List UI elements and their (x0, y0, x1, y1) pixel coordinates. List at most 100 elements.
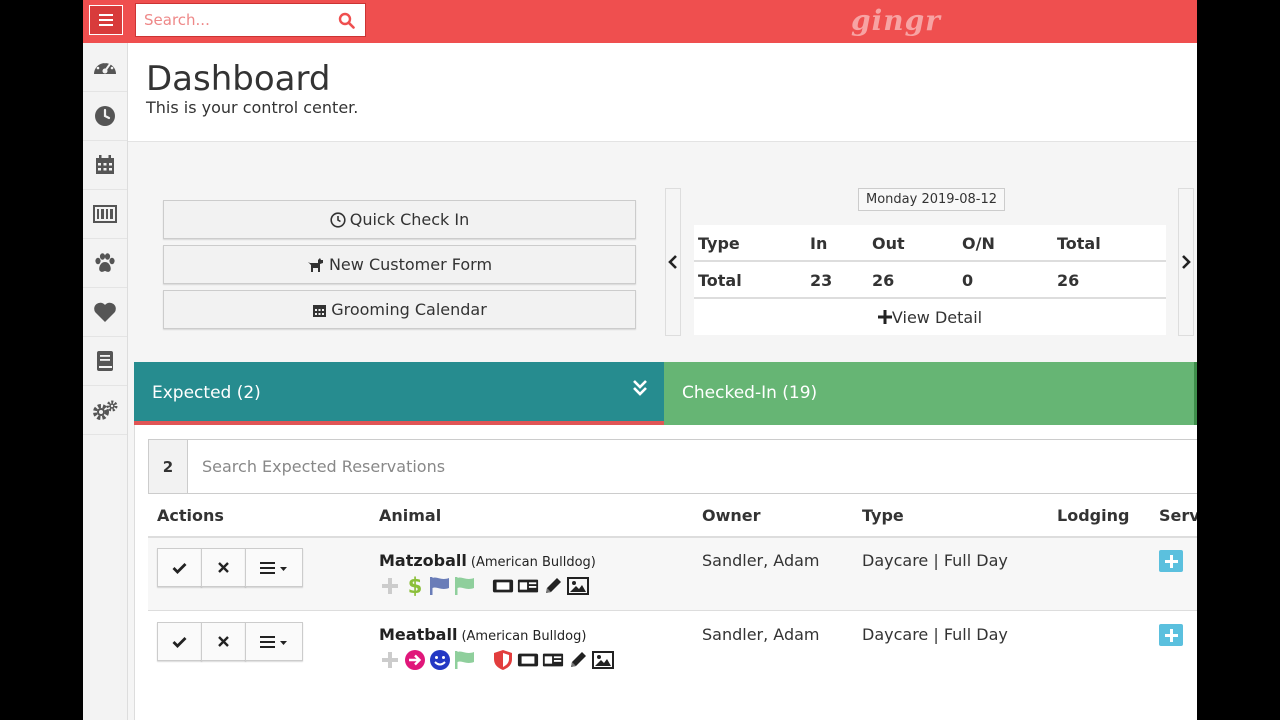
summary-header-row: Type In Out O/N Total (694, 225, 1166, 262)
owner-name[interactable]: Sandler, Adam (702, 551, 820, 570)
checkmark-icon (172, 636, 187, 648)
reservation-type: Daycare | Full Day (862, 625, 1008, 644)
reservation-type: Daycare | Full Day (862, 551, 1008, 570)
row-actions (157, 548, 303, 587)
image-icon[interactable] (567, 575, 589, 597)
grooming-calendar-label: Grooming Calendar (331, 300, 487, 319)
animal-name-text: Meatball (379, 625, 458, 644)
heart-icon (94, 302, 116, 322)
pencil-icon[interactable] (567, 649, 589, 671)
paw-icon (95, 253, 115, 272)
summary-col-type: Type (698, 234, 740, 253)
summary-overnight-count: 0 (962, 271, 974, 290)
sidebar-item-calendar[interactable] (83, 141, 127, 190)
global-search-input[interactable] (144, 11, 324, 29)
sidebar-item-animals[interactable] (83, 239, 127, 288)
add-service-button[interactable] (1159, 550, 1183, 572)
summary-col-in: In (810, 234, 828, 253)
sidebar (83, 43, 128, 720)
arrow-right-circle-icon[interactable] (404, 649, 426, 671)
expected-search-input[interactable] (187, 439, 1197, 494)
menu-toggle-button[interactable] (89, 5, 123, 35)
sidebar-item-barcode[interactable] (83, 190, 127, 239)
animal-name[interactable]: Matzoball (American Bulldog) (379, 551, 596, 570)
sidebar-item-favorites[interactable] (83, 288, 127, 337)
plus-icon (1164, 628, 1178, 642)
check-in-button[interactable] (157, 548, 202, 587)
view-detail-link[interactable]: View Detail (694, 299, 1166, 335)
close-icon (218, 636, 229, 647)
tab-expected[interactable]: Expected (2) (134, 362, 664, 425)
plus-icon (1164, 554, 1178, 568)
dashboard-icon (94, 60, 116, 74)
global-search (135, 3, 366, 37)
new-customer-form-label: New Customer Form (328, 255, 493, 274)
owner-name[interactable]: Sandler, Adam (702, 625, 820, 644)
medical-plus-icon[interactable] (379, 575, 401, 597)
app-window: gingr Dashboard This is your control (83, 0, 1197, 720)
tab-checked-in[interactable]: Checked-In (19) (664, 362, 1197, 425)
id-card-icon[interactable] (517, 575, 539, 597)
check-in-button[interactable] (157, 622, 202, 661)
cancel-reservation-button[interactable] (201, 622, 246, 661)
animal-icons (379, 649, 614, 671)
sidebar-item-settings[interactable] (83, 386, 127, 435)
previous-day-button[interactable] (665, 188, 681, 336)
sidebar-item-reports[interactable] (83, 337, 127, 386)
sidebar-item-dashboard[interactable] (83, 43, 127, 92)
column-animal[interactable]: Animal (379, 506, 441, 525)
checkmark-icon (172, 562, 187, 574)
list-menu-icon (260, 561, 287, 574)
summary-col-total: Total (1057, 234, 1101, 253)
next-day-button[interactable] (1178, 188, 1194, 336)
quick-check-in-button[interactable]: Quick Check In (163, 200, 636, 239)
id-card-icon[interactable] (542, 649, 564, 671)
summary-table: Type In Out O/N Total Total 23 26 0 26 V… (694, 225, 1166, 335)
animal-name[interactable]: Meatball (American Bulldog) (379, 625, 586, 644)
column-services[interactable]: Servi (1159, 506, 1197, 525)
ticket-icon[interactable] (492, 575, 514, 597)
book-icon (97, 351, 113, 371)
column-owner[interactable]: Owner (702, 506, 761, 525)
table-row: Meatball (American Bulldog) Sandler, Adam… (148, 612, 1197, 685)
column-lodging[interactable]: Lodging (1057, 506, 1129, 525)
expected-count: 2 (148, 439, 188, 494)
cancel-reservation-button[interactable] (201, 548, 246, 587)
search-icon[interactable] (338, 12, 355, 29)
row-menu-button[interactable] (245, 622, 303, 661)
dollar-icon[interactable]: $ (404, 574, 426, 598)
medical-plus-icon[interactable] (379, 649, 401, 671)
flag-green-icon[interactable] (454, 649, 476, 671)
close-icon (218, 562, 229, 573)
quick-check-in-label: Quick Check In (349, 210, 470, 229)
chevron-right-icon (1182, 255, 1191, 269)
flag-blue-icon[interactable] (429, 575, 451, 597)
top-bar: gingr (83, 0, 1197, 43)
flag-green-icon[interactable] (454, 575, 476, 597)
summary-row-label: Total (698, 271, 742, 290)
image-icon[interactable] (592, 649, 614, 671)
summary-total-row: Total 23 26 0 26 (694, 262, 1166, 299)
pencil-icon[interactable] (542, 575, 564, 597)
row-menu-button[interactable] (245, 548, 303, 587)
ticket-icon[interactable] (517, 649, 539, 671)
smile-icon[interactable] (429, 649, 451, 671)
clock-icon (330, 211, 346, 228)
summary-out-count: 26 (872, 271, 895, 290)
sidebar-item-clock[interactable] (83, 92, 127, 141)
dog-icon (307, 257, 323, 272)
double-chevron-down-icon[interactable] (632, 379, 648, 397)
tab-checked-in-label: Checked-In (19) (682, 383, 818, 403)
new-customer-form-button[interactable]: New Customer Form (163, 245, 636, 284)
table-row: Matzoball (American Bulldog) $ Sandler, A… (148, 538, 1197, 611)
grooming-calendar-button[interactable]: Grooming Calendar (163, 290, 636, 329)
animal-breed: (American Bulldog) (470, 555, 596, 570)
row-actions (157, 622, 303, 661)
page-header: Dashboard This is your control center. (128, 43, 1197, 142)
add-service-button[interactable] (1159, 624, 1183, 646)
animal-icons: $ (379, 574, 589, 598)
shield-icon[interactable] (492, 649, 514, 671)
page-subtitle: This is your control center. (146, 98, 359, 117)
barcode-icon (93, 205, 117, 223)
column-type[interactable]: Type (862, 506, 904, 525)
